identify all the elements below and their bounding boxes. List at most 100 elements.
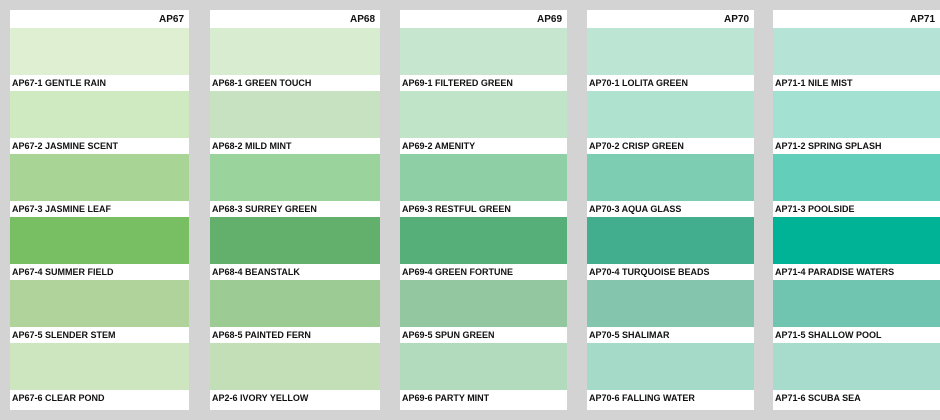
swatch-color-block [773,343,940,390]
swatch-label: AP67-3 JASMINE LEAF [12,204,112,214]
color-swatch[interactable]: AP71-4 PARADISE WATERS [773,217,940,280]
color-swatch[interactable]: AP70-4 TURQUOISE BEADS [587,217,754,280]
swatch-color-block [587,280,754,327]
swatch-color-block [773,217,940,264]
color-card-ap68: AP68 AP68-1 GREEN TOUCH AP68-2 MILD MINT AP… [210,10,380,410]
swatch-color-block [400,154,567,201]
color-swatch[interactable]: AP68-1 GREEN TOUCH [210,28,380,91]
swatch-label: AP70-2 CRISP GREEN [589,141,684,151]
color-swatch[interactable]: AP67-5 SLENDER STEM [10,280,189,343]
color-swatch[interactable]: AP68-3 SURREY GREEN [210,154,380,217]
swatch-color-block [587,91,754,138]
swatch-color-block [587,217,754,264]
color-swatch[interactable]: AP2-6 IVORY YELLOW [210,343,380,406]
color-swatch[interactable]: AP69-6 PARTY MINT [400,343,567,406]
swatch-color-block [10,154,189,201]
swatch-label: AP67-5 SLENDER STEM [12,330,116,340]
swatch-label: AP70-5 SHALIMAR [589,330,670,340]
swatch-color-block [587,28,754,75]
swatch-label: AP67-4 SUMMER FIELD [12,267,114,277]
swatch-label: AP70-3 AQUA GLASS [589,204,682,214]
color-swatch[interactable]: AP69-2 AMENITY [400,91,567,154]
swatch-color-block [400,343,567,390]
swatch-label: AP68-5 PAINTED FERN [212,330,311,340]
swatch-color-block [587,154,754,201]
swatch-color-block [400,217,567,264]
swatch-color-block [400,91,567,138]
color-swatch[interactable]: AP71-3 POOLSIDE [773,154,940,217]
swatch-color-block [773,28,940,75]
swatch-label: AP69-4 GREEN FORTUNE [402,267,514,277]
color-swatch[interactable]: AP70-1 LOLITA GREEN [587,28,754,91]
color-swatch[interactable]: AP67-4 SUMMER FIELD [10,217,189,280]
swatch-color-block [10,343,189,390]
swatch-color-block [773,154,940,201]
swatch-label: AP68-1 GREEN TOUCH [212,78,312,88]
color-swatch[interactable]: AP71-1 NILE MIST [773,28,940,91]
swatch-color-block [210,217,380,264]
swatch-color-block [210,280,380,327]
swatch-color-block [210,91,380,138]
color-swatch[interactable]: AP70-6 FALLING WATER [587,343,754,406]
swatch-label: AP71-3 POOLSIDE [775,204,855,214]
swatch-label: AP70-4 TURQUOISE BEADS [589,267,710,277]
swatch-color-block [10,28,189,75]
color-swatch[interactable]: AP68-5 PAINTED FERN [210,280,380,343]
color-card-ap70: AP70 AP70-1 LOLITA GREEN AP70-2 CRISP GREE… [587,10,754,410]
swatch-color-block [773,91,940,138]
swatch-label: AP69-3 RESTFUL GREEN [402,204,511,214]
swatch-label: AP67-2 JASMINE SCENT [12,141,119,151]
swatch-color-block [210,28,380,75]
swatch-label: AP70-1 LOLITA GREEN [589,78,689,88]
swatch-label: AP68-3 SURREY GREEN [212,204,317,214]
color-swatch[interactable]: AP69-1 FILTERED GREEN [400,28,567,91]
color-swatch[interactable]: AP71-5 SHALLOW POOL [773,280,940,343]
color-swatch[interactable]: AP67-6 CLEAR POND [10,343,189,406]
swatch-color-block [10,217,189,264]
swatch-label: AP71-1 NILE MIST [775,78,853,88]
swatch-color-block [400,28,567,75]
swatch-color-block [773,280,940,327]
swatch-label: AP69-6 PARTY MINT [402,393,490,403]
color-swatch[interactable]: AP69-3 RESTFUL GREEN [400,154,567,217]
swatch-label: AP69-2 AMENITY [402,141,476,151]
color-card-ap71: AP71 AP71-1 NILE MIST AP71-2 SPRING SPLASH… [773,10,940,410]
swatch-label: AP68-2 MILD MINT [212,141,292,151]
color-swatch[interactable]: AP71-6 SCUBA SEA [773,343,940,406]
swatch-label: AP71-2 SPRING SPLASH [775,141,882,151]
swatch-color-block [400,280,567,327]
swatch-label: AP71-4 PARADISE WATERS [775,267,895,277]
swatch-color-block [10,280,189,327]
swatch-color-block [587,343,754,390]
color-swatch[interactable]: AP67-3 JASMINE LEAF [10,154,189,217]
color-swatch[interactable]: AP69-4 GREEN FORTUNE [400,217,567,280]
color-swatch[interactable]: AP67-2 JASMINE SCENT [10,91,189,154]
color-swatch[interactable]: AP70-2 CRISP GREEN [587,91,754,154]
swatch-label: AP69-5 SPUN GREEN [402,330,495,340]
swatch-color-block [210,154,380,201]
card-code: AP67 [158,14,184,25]
color-swatch[interactable]: AP69-5 SPUN GREEN [400,280,567,343]
card-code: AP70 [723,14,749,25]
color-swatch[interactable]: AP68-2 MILD MINT [210,91,380,154]
color-card-ap67: AP67 AP67-1 GENTLE RAIN AP67-2 JASMINE SCE… [10,10,189,410]
color-swatch[interactable]: AP67-1 GENTLE RAIN [10,28,189,91]
color-swatch[interactable]: AP70-3 AQUA GLASS [587,154,754,217]
swatch-label: AP68-4 BEANSTALK [212,267,300,277]
swatch-color-block [10,91,189,138]
card-code: AP69 [536,14,562,25]
swatch-label: AP67-1 GENTLE RAIN [12,78,107,88]
card-code: AP68 [349,14,375,25]
color-card-ap69: AP69 AP69-1 FILTERED GREEN AP69-2 AMENITY A… [400,10,567,410]
color-swatch[interactable]: AP68-4 BEANSTALK [210,217,380,280]
swatch-label: AP69-1 FILTERED GREEN [402,78,513,88]
swatch-label: AP71-6 SCUBA SEA [775,393,861,403]
swatch-label: AP67-6 CLEAR POND [12,393,105,403]
color-swatch[interactable]: AP70-5 SHALIMAR [587,280,754,343]
swatch-label: AP70-6 FALLING WATER [589,393,695,403]
color-swatch[interactable]: AP71-2 SPRING SPLASH [773,91,940,154]
swatch-label: AP71-5 SHALLOW POOL [775,330,882,340]
card-code: AP71 [909,14,935,25]
swatch-color-block [210,343,380,390]
swatch-label: AP2-6 IVORY YELLOW [212,393,309,403]
